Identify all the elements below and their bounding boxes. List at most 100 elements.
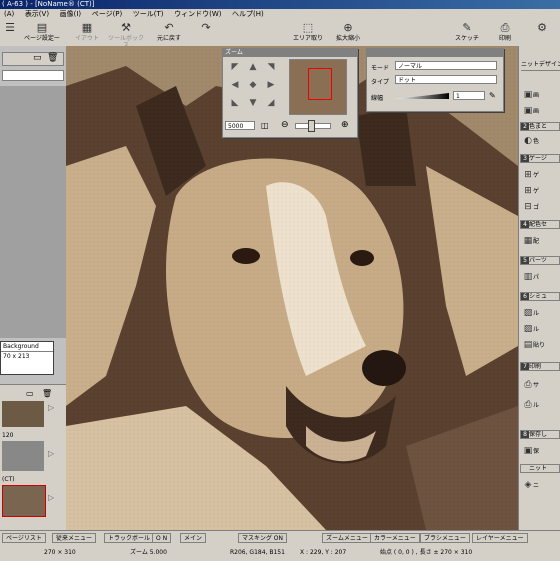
brush-menu-button[interactable]: ブラシメニュー: [420, 533, 470, 543]
extra-button[interactable]: ⚙: [530, 21, 554, 45]
panel-item[interactable]: ▦配: [523, 234, 559, 248]
section-header-7[interactable]: 7 印刷: [520, 362, 560, 371]
panel-item[interactable]: ▨ル: [523, 322, 559, 336]
classic-menu-button[interactable]: 従来メニュー: [52, 533, 97, 543]
doc-thumbnail[interactable]: [2, 401, 44, 427]
arrow-up-left-icon[interactable]: ◤: [229, 61, 241, 73]
panel-item[interactable]: ▣画: [523, 104, 559, 118]
zoom-palette-title: ズーム: [223, 49, 357, 57]
view-rectangle[interactable]: [308, 68, 332, 100]
panel-item[interactable]: ⊞ゲ: [523, 168, 559, 182]
trash-icon[interactable]: 🗑: [42, 389, 52, 398]
navigator-thumbnail[interactable]: [289, 59, 347, 115]
on-button[interactable]: O N: [152, 533, 172, 543]
section-header-2[interactable]: 2 色まと: [520, 122, 560, 131]
toolbar: ☰ ▤ページ設定ー ▦イアウト ⚒ツールボックス ↶元に戻す ↷ ⬚エリア取り …: [0, 20, 560, 50]
opacity-field[interactable]: [2, 70, 64, 81]
layer-size: 70 x 213: [3, 353, 30, 360]
menu-item[interactable]: 表示(V): [21, 9, 53, 20]
menu-item[interactable]: 画像(I): [56, 9, 86, 20]
main-button[interactable]: メイン: [180, 533, 207, 543]
section-header-4[interactable]: 4 配色セ: [520, 220, 560, 229]
panel-item[interactable]: ▥パ: [523, 270, 559, 284]
panel-item[interactable]: ⊞ゲ: [523, 184, 559, 198]
sketch-button[interactable]: ✎ スケッチ: [450, 21, 484, 45]
folder-icon[interactable]: ▭: [33, 53, 42, 63]
section-header-8[interactable]: 8 保存し: [520, 430, 560, 439]
menu-icon[interactable]: ☰: [4, 21, 15, 45]
panel-item[interactable]: ▨ル: [523, 306, 559, 320]
toolbox-button[interactable]: ⚒ツールボックス: [106, 21, 146, 50]
section-header-6[interactable]: 6 シミュ: [520, 292, 560, 301]
status-info-row: 270 × 310 ズーム 5.000 R206, G184, B151 X :…: [0, 546, 560, 560]
layer-menu-button[interactable]: レイヤーメニュー: [472, 533, 528, 543]
arrow-left-icon[interactable]: ◀: [229, 79, 241, 91]
layout-icon: ▦: [81, 21, 93, 34]
zoom-slider-thumb[interactable]: [308, 120, 315, 132]
trackball-button[interactable]: トラックボール: [104, 533, 155, 543]
menu-item[interactable]: (A): [0, 9, 18, 20]
arrow-up-right-icon[interactable]: ◥: [265, 61, 277, 73]
center-icon[interactable]: ◆: [247, 79, 259, 91]
redo-button[interactable]: ↷: [196, 21, 216, 45]
canvas-size: 270 × 310: [44, 549, 76, 556]
section-header-3[interactable]: 3 ゲージ: [520, 154, 560, 163]
pen-icon[interactable]: ✎: [489, 91, 496, 100]
panel-item[interactable]: ▣保: [523, 444, 559, 458]
toolbox-icon: ⚒: [121, 21, 131, 34]
undo-button[interactable]: ↶ 元に戻す: [150, 21, 188, 45]
arrow-right-icon[interactable]: ▶: [265, 79, 277, 91]
active-doc-thumbnail[interactable]: [2, 485, 46, 517]
panel-item[interactable]: ⎙ル: [523, 398, 559, 412]
play-icon[interactable]: ▷: [48, 449, 54, 458]
folder-icon[interactable]: ▭: [26, 389, 34, 398]
color-menu-button[interactable]: カラーメニュー: [370, 533, 420, 543]
trash-icon[interactable]: 🗑: [47, 53, 58, 63]
menu-item[interactable]: ページ(P): [88, 9, 127, 20]
section-header-knit[interactable]: ニット: [520, 464, 560, 473]
panel-item[interactable]: ◐色: [523, 134, 559, 148]
page-list-button[interactable]: ページリスト: [2, 533, 46, 543]
panel-item[interactable]: ◈ ニ: [523, 478, 559, 492]
doc-thumbnail[interactable]: [2, 441, 44, 471]
menu-item[interactable]: ウィンドウ(W): [170, 9, 225, 20]
parts-icon: ▥: [523, 272, 533, 282]
width-field[interactable]: 1: [453, 91, 485, 100]
sim-icon: ▨: [523, 324, 533, 334]
play-icon[interactable]: ▷: [48, 493, 54, 502]
area-select-button[interactable]: ⬚ エリア取り: [290, 21, 326, 45]
menu-item[interactable]: ヘルプ(H): [228, 9, 268, 20]
section-header-5[interactable]: 5 パーツ: [520, 256, 560, 265]
masking-button[interactable]: マスキング ON: [238, 533, 287, 543]
undo-icon: ↶: [164, 21, 174, 34]
paste-icon: ▤: [523, 340, 533, 350]
layout-button[interactable]: ▦ イアウト: [70, 21, 104, 45]
arrow-down-left-icon[interactable]: ◣: [229, 97, 241, 109]
print-button[interactable]: ⎙ 印刷: [490, 21, 520, 45]
status-bar: ページリスト 従来メニュー トラックボール O N メイン マスキング ON ズ…: [0, 530, 560, 561]
zoom-slider[interactable]: [295, 120, 331, 132]
zoom-button[interactable]: ⊕ 拡大縮小: [330, 21, 366, 45]
mode-select[interactable]: ノーマル: [395, 61, 497, 70]
sim-icon: ▨: [523, 308, 533, 318]
zoom-out-icon[interactable]: ⊖: [281, 120, 289, 130]
zoom-value-field[interactable]: 5000: [225, 121, 255, 130]
zoom-in-icon[interactable]: ⊕: [341, 120, 349, 130]
play-icon[interactable]: ▷: [48, 403, 54, 412]
width-slider[interactable]: [395, 93, 449, 99]
arrow-down-right-icon[interactable]: ◢: [265, 97, 277, 109]
arrow-down-icon[interactable]: ▼: [247, 97, 259, 109]
panel-item[interactable]: ⎙サ: [523, 378, 559, 392]
panel-item[interactable]: ▣画: [523, 88, 559, 102]
page-setup-button[interactable]: ▤ ページ設定ー: [20, 21, 64, 45]
panel-item[interactable]: ⊟ゴ: [523, 200, 559, 214]
panel-item[interactable]: ▤貼り: [523, 338, 559, 352]
canvas[interactable]: ズーム ◤ ▲ ◥ ◀ ◆ ▶ ◣ ▼ ◢ 5000 ◫ ⊖ ⊕ モード ノーマ…: [66, 46, 518, 530]
print-icon: ⎙: [524, 400, 532, 410]
type-select[interactable]: ドット: [395, 75, 497, 84]
zoom-ratio-icon[interactable]: ◫: [261, 121, 269, 130]
zoom-menu-button[interactable]: ズームメニュー: [322, 533, 372, 543]
menu-item[interactable]: ツール(T): [129, 9, 168, 20]
knit-icon: ◈: [524, 480, 532, 490]
arrow-up-icon[interactable]: ▲: [247, 61, 259, 73]
